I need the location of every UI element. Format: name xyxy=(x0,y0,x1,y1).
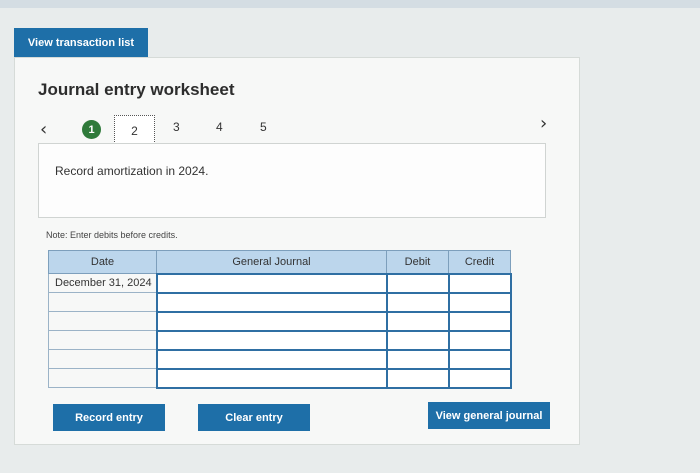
account-input[interactable] xyxy=(155,348,388,370)
account-input[interactable] xyxy=(155,272,388,294)
view-transaction-list-button[interactable]: View transaction list xyxy=(14,28,148,57)
step-4[interactable]: 4 xyxy=(216,120,223,134)
table-row xyxy=(48,291,512,313)
date-cell xyxy=(48,368,157,388)
account-input[interactable] xyxy=(155,291,388,313)
debit-input[interactable] xyxy=(385,310,450,332)
step-3[interactable]: 3 xyxy=(173,120,180,134)
debit-input[interactable] xyxy=(385,367,450,389)
record-entry-button[interactable]: Record entry xyxy=(53,404,165,431)
table-row xyxy=(48,348,512,370)
credit-input[interactable] xyxy=(447,310,512,332)
debit-input[interactable] xyxy=(385,348,450,370)
date-cell xyxy=(48,311,157,331)
view-general-journal-button[interactable]: View general journal xyxy=(428,402,550,429)
debit-input[interactable] xyxy=(385,291,450,313)
date-cell xyxy=(48,330,157,350)
credit-input[interactable] xyxy=(447,329,512,351)
chevron-right-icon[interactable]: › xyxy=(540,113,547,134)
table-row xyxy=(48,310,512,332)
account-input[interactable] xyxy=(155,367,388,389)
step-pager: ‹ 1 2 3 4 5 › xyxy=(38,113,558,146)
date-cell xyxy=(48,292,157,312)
header-debit: Debit xyxy=(386,250,449,274)
instruction-box: Record amortization in 2024. xyxy=(38,143,546,218)
step-5[interactable]: 5 xyxy=(260,120,267,134)
header-credit: Credit xyxy=(448,250,511,274)
table-row: December 31, 2024 xyxy=(48,272,512,294)
top-bar xyxy=(0,0,700,8)
account-input[interactable] xyxy=(155,329,388,351)
chevron-left-icon[interactable]: ‹ xyxy=(40,119,47,140)
clear-entry-button[interactable]: Clear entry xyxy=(198,404,310,431)
credit-input[interactable] xyxy=(447,291,512,313)
date-cell xyxy=(48,349,157,369)
header-date: Date xyxy=(48,250,157,274)
note-text: Note: Enter debits before credits. xyxy=(46,230,178,240)
date-cell: December 31, 2024 xyxy=(48,273,157,293)
step-2-current[interactable]: 2 xyxy=(114,115,155,146)
credit-input[interactable] xyxy=(447,367,512,389)
credit-input[interactable] xyxy=(447,348,512,370)
instruction-text: Record amortization in 2024. xyxy=(55,164,209,178)
table-row xyxy=(48,329,512,351)
account-input[interactable] xyxy=(155,310,388,332)
journal-table: Date General Journal Debit Credit Decemb… xyxy=(48,250,512,389)
header-general-journal: General Journal xyxy=(156,250,387,274)
debit-input[interactable] xyxy=(385,329,450,351)
step-1-completed[interactable]: 1 xyxy=(82,120,101,139)
worksheet-title: Journal entry worksheet xyxy=(38,80,235,99)
credit-input[interactable] xyxy=(447,272,512,294)
table-row xyxy=(48,367,512,389)
debit-input[interactable] xyxy=(385,272,450,294)
